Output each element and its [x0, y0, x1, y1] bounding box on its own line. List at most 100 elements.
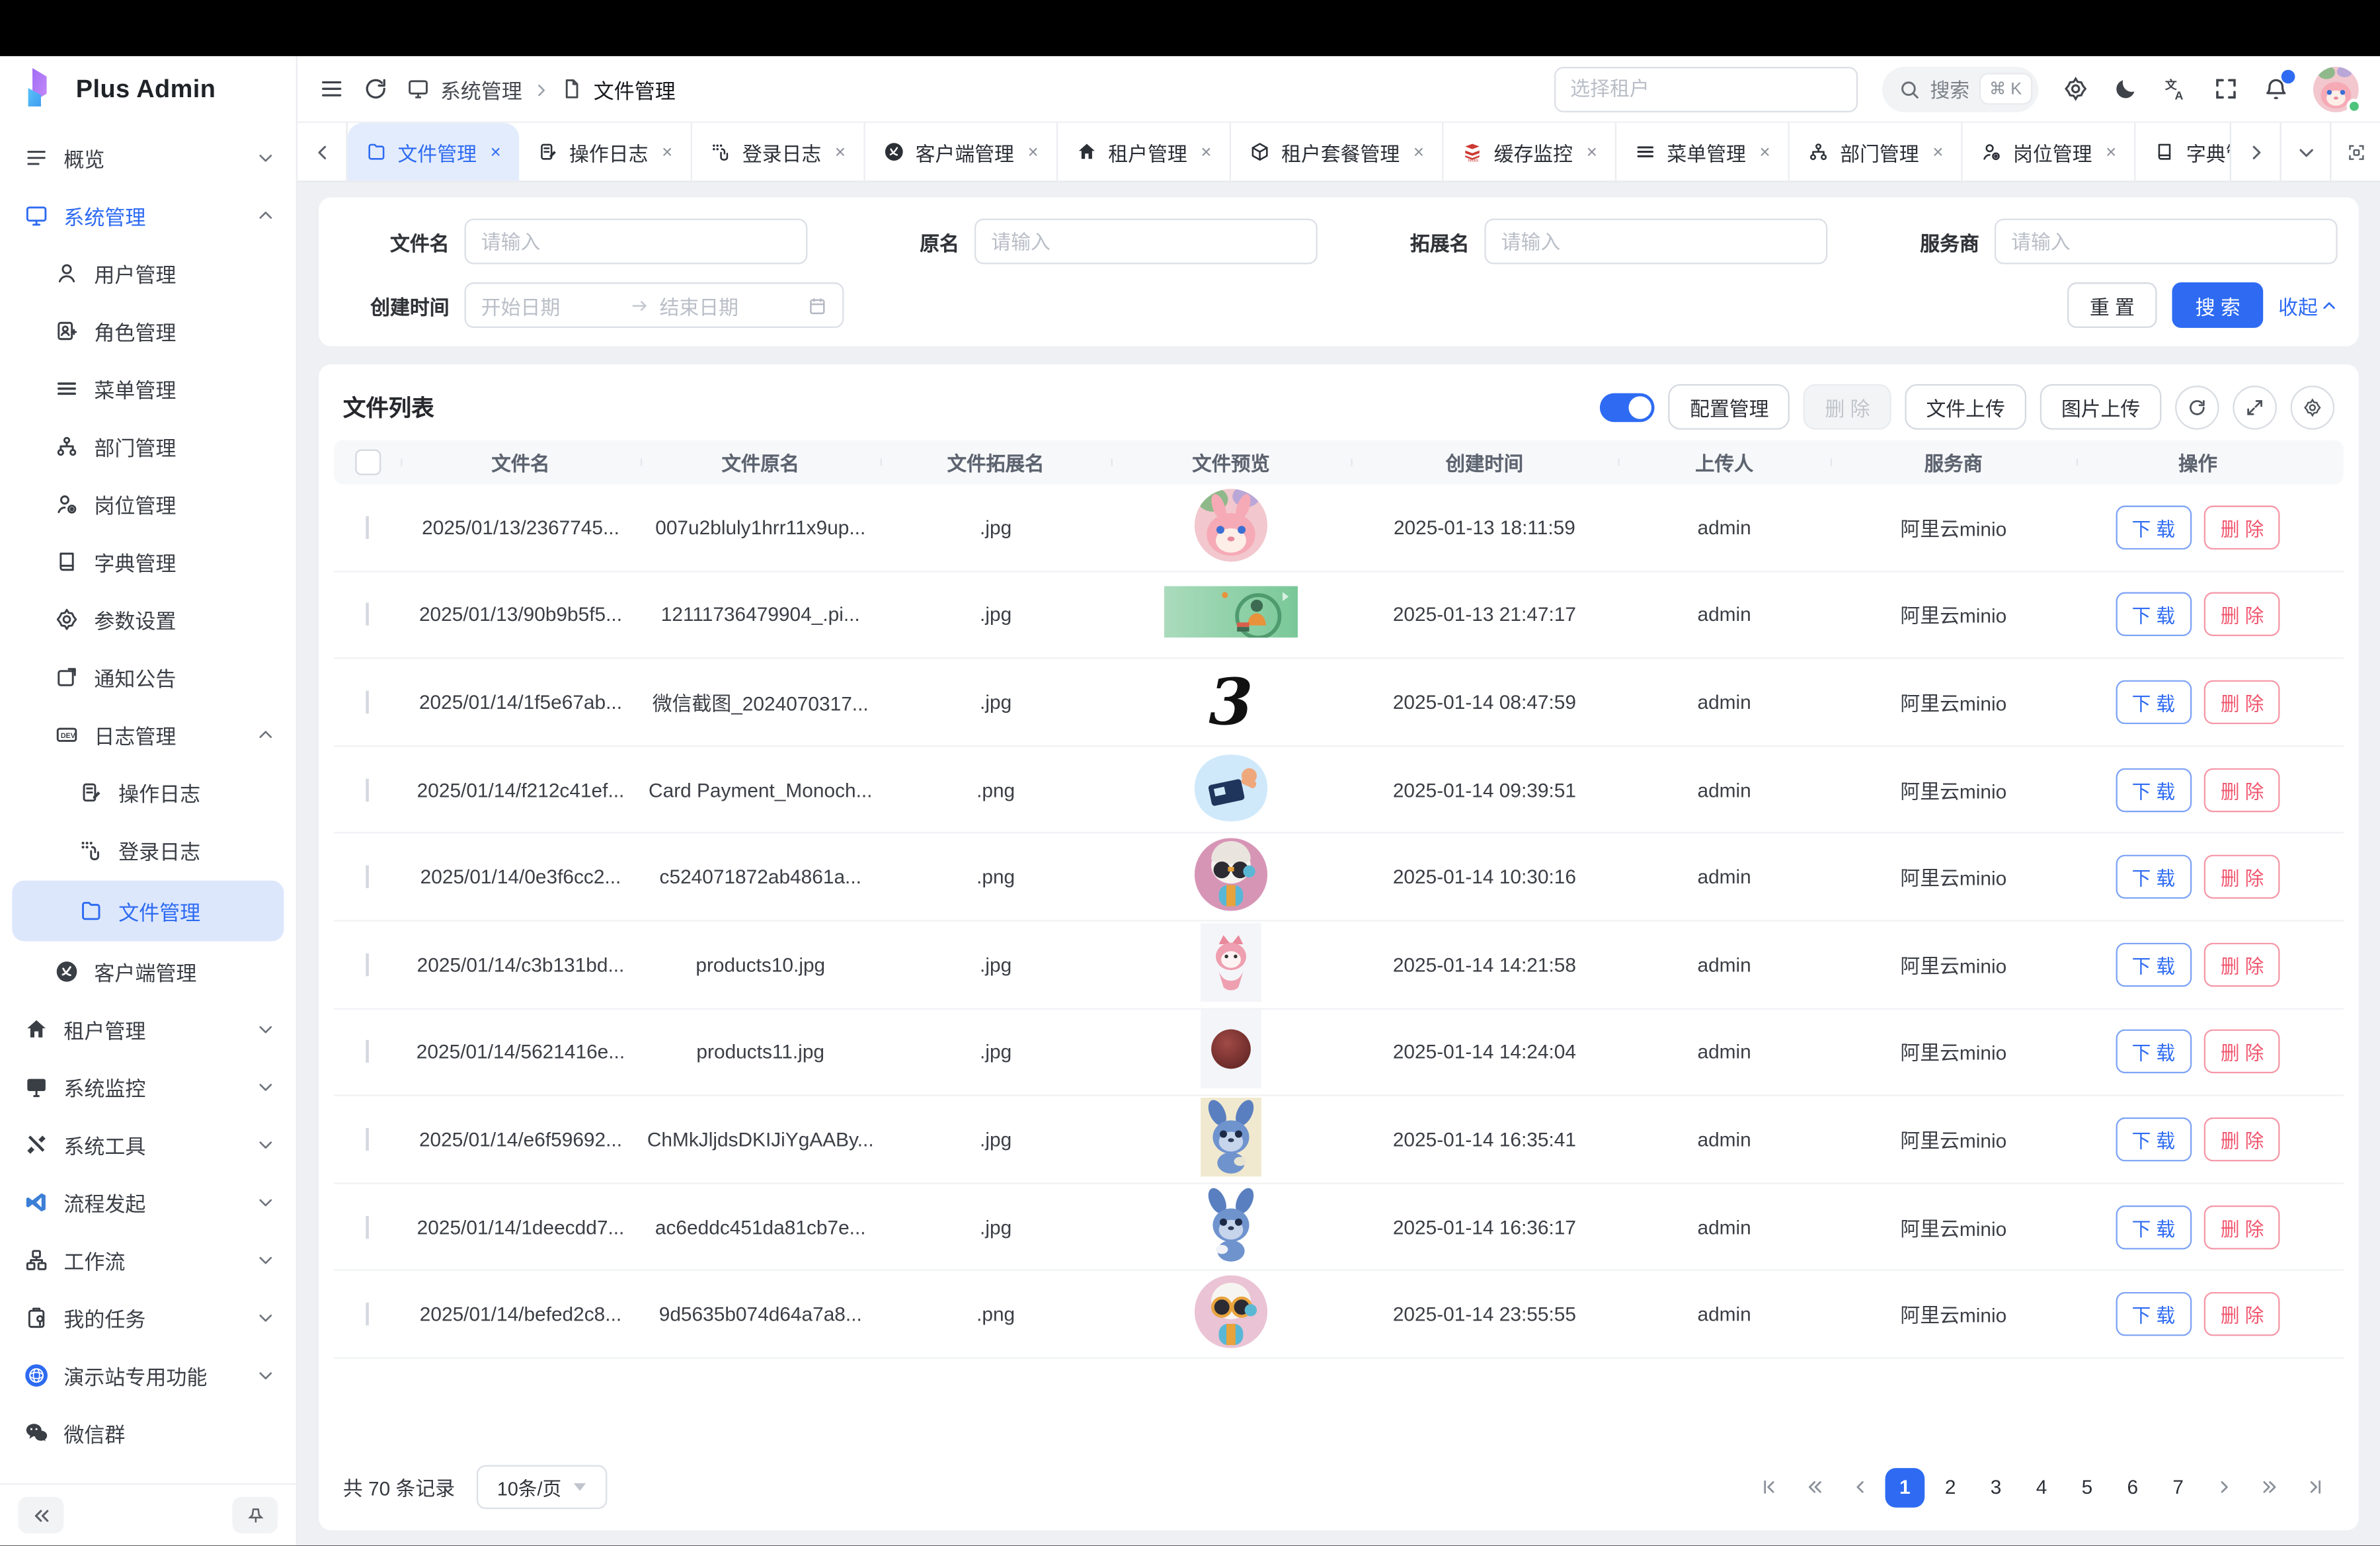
tab-客户端管理[interactable]: 客户端管理×: [865, 123, 1058, 181]
delete-button[interactable]: 删 除: [2204, 680, 2281, 725]
date-range-input[interactable]: 开始日期 结束日期: [465, 282, 844, 328]
collapse-filters-link[interactable]: 收起: [2278, 291, 2338, 320]
batch-delete-button[interactable]: 删 除: [1804, 384, 1891, 430]
refresh-icon[interactable]: [363, 76, 389, 102]
next-pages-button[interactable]: [2250, 1468, 2289, 1508]
delete-button[interactable]: 删 除: [2204, 768, 2281, 812]
list-mode-toggle[interactable]: [1601, 392, 1655, 421]
delete-button[interactable]: 删 除: [2204, 505, 2281, 549]
row-checkbox[interactable]: [366, 1041, 369, 1063]
tab-close-icon[interactable]: ×: [1760, 142, 1770, 163]
download-button[interactable]: 下 载: [2115, 1205, 2192, 1249]
tab-缓存监控[interactable]: redis缓存监控×: [1444, 123, 1617, 181]
file-preview-image[interactable]: [1195, 489, 1267, 566]
tab-操作日志[interactable]: 操作日志×: [519, 123, 692, 181]
sidebar-item-岗位管理[interactable]: 岗位管理: [0, 475, 296, 533]
row-checkbox[interactable]: [366, 603, 369, 626]
sidebar-item-概览[interactable]: 概览: [0, 129, 296, 186]
row-checkbox[interactable]: [366, 866, 369, 888]
sidebar-item-日志管理[interactable]: DEV日志管理: [0, 706, 296, 764]
row-checkbox[interactable]: [366, 516, 369, 538]
translate-icon[interactable]: 文A: [2163, 76, 2189, 102]
sidebar-pin-button[interactable]: [232, 1497, 278, 1533]
dark-mode-moon-icon[interactable]: [2113, 76, 2139, 102]
file-upload-button[interactable]: 文件上传: [1905, 384, 2026, 430]
tab-close-icon[interactable]: ×: [1932, 142, 1943, 163]
file-preview-image[interactable]: [1201, 922, 1261, 1006]
delete-button[interactable]: 删 除: [2204, 592, 2281, 637]
tab-部门管理[interactable]: 部门管理×: [1790, 123, 1963, 181]
delete-button[interactable]: 删 除: [2204, 855, 2281, 899]
tab-close-icon[interactable]: ×: [1587, 142, 1597, 163]
row-checkbox[interactable]: [366, 1303, 369, 1325]
download-button[interactable]: 下 载: [2115, 1292, 2192, 1336]
sidebar-item-文件管理[interactable]: 文件管理: [12, 881, 284, 942]
row-checkbox[interactable]: [366, 1215, 369, 1238]
tabs-dropdown-button[interactable]: [2280, 123, 2330, 181]
table-settings-gear-icon[interactable]: [2291, 385, 2335, 429]
tab-close-icon[interactable]: ×: [491, 142, 501, 163]
page-button-6[interactable]: 6: [2113, 1468, 2153, 1508]
sidebar-item-操作日志[interactable]: 操作日志: [0, 764, 296, 821]
page-button-1[interactable]: 1: [1885, 1468, 1925, 1508]
reset-button[interactable]: 重 置: [2067, 282, 2157, 328]
fullscreen-icon[interactable]: [2213, 76, 2239, 102]
download-button[interactable]: 下 载: [2115, 1118, 2192, 1162]
first-page-button[interactable]: [1749, 1468, 1788, 1508]
tab-租户管理[interactable]: 租户管理×: [1058, 123, 1232, 181]
file-preview-image[interactable]: [1201, 1185, 1261, 1268]
tab-close-icon[interactable]: ×: [1413, 142, 1424, 163]
row-checkbox[interactable]: [366, 691, 369, 713]
sidebar-item-租户管理[interactable]: 租户管理: [0, 1000, 296, 1058]
download-button[interactable]: 下 载: [2115, 505, 2192, 549]
table-refresh-icon[interactable]: [2175, 385, 2219, 429]
column-header-创建时间[interactable]: 创建时间: [1351, 448, 1618, 477]
tab-close-icon[interactable]: ×: [1028, 142, 1039, 163]
download-button[interactable]: 下 载: [2115, 680, 2192, 725]
delete-button[interactable]: 删 除: [2204, 1118, 2281, 1162]
gear-icon[interactable]: [2063, 76, 2088, 102]
page-button-2[interactable]: 2: [1930, 1468, 1970, 1508]
page-size-select[interactable]: 10条/页: [476, 1465, 606, 1510]
tabs-scroll-left-button[interactable]: [298, 123, 348, 181]
config-manage-button[interactable]: 配置管理: [1669, 384, 1790, 430]
file-preview-image[interactable]: [1191, 751, 1270, 829]
download-button[interactable]: 下 载: [2115, 942, 2192, 987]
tab-登录日志[interactable]: 登录日志×: [692, 123, 865, 181]
tab-租户套餐管理[interactable]: 租户套餐管理×: [1231, 123, 1444, 181]
sidebar-item-登录日志[interactable]: 登录日志: [0, 821, 296, 879]
file-preview-image[interactable]: [1195, 838, 1267, 916]
delete-button[interactable]: 删 除: [2204, 1205, 2281, 1249]
next-page-button[interactable]: [2204, 1468, 2244, 1508]
download-button[interactable]: 下 载: [2115, 592, 2192, 637]
global-search-button[interactable]: 搜索 ⌘ K: [1882, 66, 2038, 112]
content-fullscreen-icon[interactable]: [2330, 123, 2380, 181]
sidebar-item-我的任务[interactable]: 我的任务: [0, 1289, 296, 1346]
row-checkbox[interactable]: [366, 778, 369, 801]
hamburger-icon[interactable]: [319, 76, 344, 102]
search-button[interactable]: 搜 索: [2172, 282, 2263, 328]
tab-close-icon[interactable]: ×: [1201, 142, 1211, 163]
download-button[interactable]: 下 载: [2115, 855, 2192, 899]
table-expand-icon[interactable]: [2233, 385, 2277, 429]
sidebar-item-微信群[interactable]: 微信群: [0, 1404, 296, 1462]
tenant-select-input[interactable]: [1554, 66, 1857, 112]
tab-菜单管理[interactable]: 菜单管理×: [1617, 123, 1790, 181]
file-preview-image[interactable]: [1195, 1276, 1267, 1353]
page-button-7[interactable]: 7: [2159, 1468, 2198, 1508]
file-preview-image[interactable]: [1164, 587, 1298, 643]
sidebar-item-菜单管理[interactable]: 菜单管理: [0, 360, 296, 417]
file-preview-image[interactable]: [1201, 1098, 1261, 1181]
filter-input-服务商[interactable]: [1995, 219, 2338, 264]
sidebar-item-角色管理[interactable]: 角色管理: [0, 302, 296, 360]
delete-button[interactable]: 删 除: [2204, 1030, 2281, 1074]
sidebar-item-系统管理[interactable]: 系统管理: [0, 186, 296, 244]
image-upload-button[interactable]: 图片上传: [2040, 384, 2162, 430]
download-button[interactable]: 下 载: [2115, 1030, 2192, 1074]
sidebar-item-客户端管理[interactable]: 客户端管理: [0, 943, 296, 1000]
page-button-5[interactable]: 5: [2067, 1468, 2107, 1508]
sidebar-item-工作流[interactable]: 工作流: [0, 1231, 296, 1289]
sidebar-item-部门管理[interactable]: 部门管理: [0, 417, 296, 475]
sidebar-item-系统监控[interactable]: 系统监控: [0, 1058, 296, 1116]
file-preview-image[interactable]: 3: [1175, 663, 1287, 741]
